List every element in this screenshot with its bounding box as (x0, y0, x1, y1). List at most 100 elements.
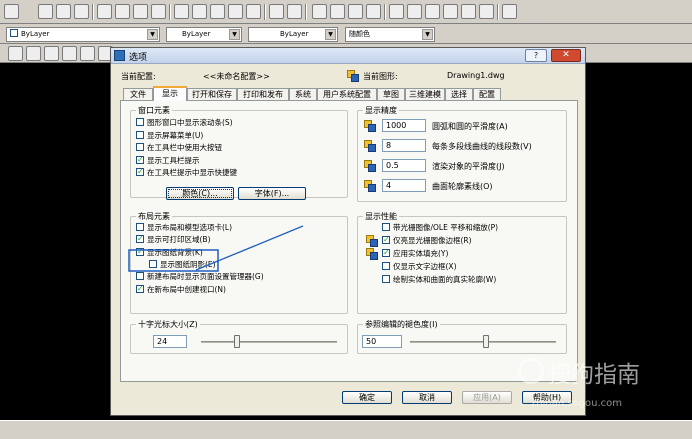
lineweight-combo-value: ByLayer (280, 30, 309, 38)
zoom-window-icon[interactable] (348, 4, 363, 19)
dim-continue-icon[interactable] (44, 46, 59, 61)
pan-icon[interactable] (312, 4, 327, 19)
3d-dwf-icon[interactable] (151, 4, 166, 19)
tolerance-icon[interactable] (80, 46, 95, 61)
resolution-input[interactable]: 0.5 (382, 159, 426, 172)
checkbox-option[interactable]: 新建布局时显示页面设置管理器(G) (136, 272, 264, 282)
checkbox-option[interactable]: 显示屏幕菜单(U) (136, 130, 203, 141)
checkbox-checked[interactable]: ✓ (136, 155, 144, 164)
crosshair-size-input[interactable]: 24 (153, 335, 187, 348)
resolution-input[interactable]: 4 (382, 179, 426, 192)
dim-linear-icon[interactable] (8, 46, 23, 61)
resolution-input[interactable]: 8 (382, 139, 426, 152)
tab-3[interactable]: 打印和发布 (237, 88, 289, 100)
undo-icon[interactable] (269, 4, 284, 19)
checkbox-option[interactable]: ✓ 仅亮显光栅图像边框(R) (382, 236, 472, 246)
open-file-icon[interactable] (56, 4, 71, 19)
zoom-realtime-icon[interactable] (330, 4, 345, 19)
dim-baseline-icon[interactable] (26, 46, 41, 61)
checkbox-checked[interactable]: ✓ (136, 168, 144, 176)
tab-2[interactable]: 打开和保存 (187, 88, 237, 100)
zoom-previous-icon[interactable] (366, 4, 381, 19)
checkbox-option[interactable]: ✓ 显示工具栏提示 (136, 155, 200, 166)
checkbox-option[interactable]: 带光栅图像/OLE 平移和缩放(P) (382, 223, 498, 233)
colors-button[interactable]: 颜色(C)... (166, 187, 234, 200)
checkbox-option[interactable]: ✓ 应用实体填充(Y) (382, 249, 448, 259)
markup-icon[interactable] (461, 4, 476, 19)
crosshair-slider-thumb[interactable] (233, 335, 240, 348)
properties-icon[interactable] (389, 4, 404, 19)
paste-icon[interactable] (210, 4, 225, 19)
resolution-icon (364, 160, 376, 172)
checkbox-unchecked[interactable] (136, 272, 144, 281)
checkbox-unchecked[interactable] (149, 259, 157, 268)
tab-9[interactable]: 配置 (473, 88, 501, 100)
match-properties-icon[interactable] (228, 4, 243, 19)
cut-icon[interactable] (174, 4, 189, 19)
lineweight-combo[interactable]: ByLayer ▼ (248, 27, 338, 42)
checkbox-option[interactable]: 显示图纸阴影(E) (149, 259, 216, 270)
checkbox-unchecked[interactable] (382, 223, 390, 231)
checkbox-unchecked[interactable] (136, 118, 144, 126)
calculator-icon[interactable] (479, 4, 494, 19)
leader-icon[interactable] (62, 46, 77, 61)
linetype-combo[interactable]: ByLayer ▼ (166, 27, 242, 42)
checkbox-option[interactable]: ✓ 在工具栏提示中显示快捷键 (136, 168, 237, 178)
tool-palettes-icon[interactable] (425, 4, 440, 19)
current-drawing-value: Drawing1.dwg (447, 71, 505, 80)
checkbox-checked[interactable]: ✓ (136, 235, 144, 244)
checkbox-label: 仅显示文字边框(X) (393, 262, 457, 271)
xref-fade-slider-thumb[interactable] (483, 335, 489, 348)
plot-preview-icon[interactable] (115, 4, 130, 19)
checkbox-option[interactable]: 在工具栏中使用大按钮 (136, 143, 222, 153)
checkbox-option[interactable]: 图形窗口中显示滚动条(S) (136, 118, 233, 128)
xref-fade-input[interactable]: 50 (362, 335, 402, 348)
save-icon[interactable] (74, 4, 89, 19)
checkbox-checked[interactable]: ✓ (136, 247, 144, 256)
display-performance-group: 显示性能 带光栅图像/OLE 平移和缩放(P) ✓ 仅亮显光栅图像边框(R) ✓ 应用实… (357, 211, 567, 314)
help-button[interactable]: ? (525, 49, 547, 62)
sheet-set-icon[interactable] (443, 4, 458, 19)
publish-icon[interactable] (133, 4, 148, 19)
checkbox-unchecked[interactable] (136, 130, 144, 139)
redo-icon[interactable] (287, 4, 302, 19)
layer-combo[interactable]: ByLayer ▼ (6, 27, 160, 42)
watermark-text: 搜狗指南 (548, 362, 640, 388)
tab-0[interactable]: 文件 (123, 88, 153, 100)
tab-8[interactable]: 选择 (445, 88, 473, 100)
checkbox-checked[interactable]: ✓ (136, 284, 144, 293)
copy-icon[interactable] (192, 4, 207, 19)
design-center-icon[interactable] (407, 4, 422, 19)
ok-button[interactable]: 确定 (342, 391, 392, 404)
tab-5[interactable]: 用户系统配置 (317, 88, 377, 100)
checkbox-option[interactable]: ✓ 在新布局中创建视口(N) (136, 284, 226, 295)
crosshair-slider-track[interactable] (201, 341, 337, 343)
checkbox-unchecked[interactable] (382, 275, 390, 283)
resolution-label: 圆弧和圆的平滑度(A) (432, 122, 508, 131)
checkbox-checked[interactable]: ✓ (382, 249, 390, 257)
close-button[interactable]: ✕ (551, 49, 581, 62)
checkbox-option[interactable]: 显示布局和模型选项卡(L) (136, 223, 232, 233)
checkbox-unchecked[interactable] (382, 262, 390, 270)
tab-7[interactable]: 三维建模 (405, 88, 445, 100)
tab-6[interactable]: 草图 (377, 88, 405, 100)
checkbox-option[interactable]: ✓ 显示可打印区域(B) (136, 235, 211, 245)
block-editor-icon[interactable] (246, 4, 261, 19)
checkbox-option[interactable]: ✓ 显示图纸背景(K) (136, 247, 203, 258)
apply-button[interactable]: 应用(A) (462, 391, 512, 404)
checkbox-option[interactable]: 仅显示文字边框(X) (382, 262, 457, 272)
color-combo[interactable]: 随颜色 ▼ (345, 27, 435, 42)
checkbox-checked[interactable]: ✓ (382, 236, 390, 244)
chevron-down-icon: ▼ (422, 29, 433, 40)
checkbox-unchecked[interactable] (136, 223, 144, 231)
checkbox-option[interactable]: 绘制实体和曲面的真实轮廓(W) (382, 275, 496, 285)
fonts-button[interactable]: 字体(F)... (238, 187, 306, 200)
print-icon[interactable] (97, 4, 112, 19)
new-file-icon[interactable] (38, 4, 53, 19)
cancel-button[interactable]: 取消 (402, 391, 452, 404)
tab-4[interactable]: 系统 (289, 88, 317, 100)
tab-1[interactable]: 显示 (153, 86, 187, 101)
resolution-input[interactable]: 1000 (382, 119, 426, 132)
checkbox-unchecked[interactable] (136, 143, 144, 151)
help-icon[interactable] (502, 4, 517, 19)
